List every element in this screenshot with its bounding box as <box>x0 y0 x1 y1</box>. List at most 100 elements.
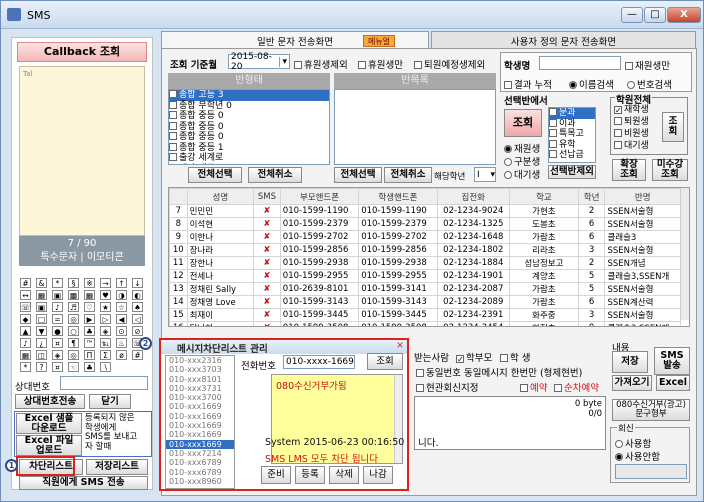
symbol-key[interactable]: ▶ <box>84 314 95 324</box>
table-row[interactable]: 10 장나라 ✘ 010-1599-2856 010-1599-2856 02-1234-… <box>169 243 681 257</box>
phone-close-button[interactable]: 닫기 <box>89 394 131 409</box>
academy-option[interactable]: 퇴원생 <box>614 116 658 128</box>
symbol-key[interactable]: # <box>20 278 31 288</box>
blocked-number-list[interactable]: 010-xxx2316 010-xxx3703 010-xxx8101 010-xxx… <box>165 355 235 489</box>
symbol-key[interactable]: ↓ <box>132 278 143 288</box>
grid-scrollbar[interactable] <box>680 188 689 320</box>
blocked-number-item[interactable]: 010-xxx1669 <box>166 421 234 430</box>
unsubscribe-button[interactable]: 080수신거부(광고) 문구형부 <box>612 399 690 421</box>
table-row[interactable]: 14 정채영 Love ✘ 010-1599-3143 010-1599-3143 02-… <box>169 295 681 309</box>
symbol-key[interactable]: ♨ <box>116 338 127 348</box>
sender-number-input[interactable] <box>60 376 148 390</box>
blocklist-action-button[interactable]: 나감 <box>363 466 393 484</box>
symbol-key[interactable]: ⊙ <box>116 326 127 336</box>
symbol-key[interactable]: □ <box>36 314 47 324</box>
symbol-key[interactable]: ◆ <box>20 314 31 324</box>
subject-item[interactable]: 이과 <box>549 118 595 130</box>
blocked-number-item[interactable]: 010-xxx3731 <box>166 384 234 393</box>
symbol-key[interactable]: ▩ <box>68 290 79 300</box>
cumulative-check[interactable]: 결과 누적 <box>504 77 552 91</box>
blocked-number-item[interactable]: 010-xxx3700 <box>166 393 234 402</box>
symbol-key[interactable]: ▦ <box>20 350 31 360</box>
blocked-number-item[interactable]: 010-xxx3703 <box>166 365 234 374</box>
left-deselect-all-button[interactable]: 전체취소 <box>248 167 302 183</box>
symbol-key[interactable]: ▷ <box>100 314 111 324</box>
symbol-key[interactable]: Σ <box>100 350 111 360</box>
save-content-button[interactable]: 저장 <box>612 351 648 373</box>
symbol-key[interactable]: ◈ <box>100 326 111 336</box>
exclude-leave-check[interactable]: 휴원생제외 <box>294 57 348 71</box>
message-scrollbar[interactable] <box>394 375 402 463</box>
symbol-key[interactable]: ↔ <box>20 290 31 300</box>
waiting-radio[interactable]: 대기생 <box>504 167 540 181</box>
blocked-number-item[interactable]: 010-xxx1669 <box>166 402 234 411</box>
symbol-key[interactable]: ¿ <box>36 338 47 348</box>
dialog-close-icon[interactable]: × <box>396 340 404 351</box>
class-type-item[interactable]: 캐나 밴쿠 2 <box>169 163 329 164</box>
symbol-key[interactable]: ※ <box>84 278 95 288</box>
symbol-key[interactable]: ∖ <box>100 362 111 372</box>
symbol-key[interactable]: ◎ <box>68 314 79 324</box>
blocklist-search-button[interactable]: 조회 <box>367 353 403 370</box>
blocklist-action-button[interactable]: 삭제 <box>329 466 359 484</box>
blocked-number-item[interactable]: 010-xxx8101 <box>166 375 234 384</box>
symbol-key[interactable]: ™ <box>84 338 95 348</box>
sequence-check[interactable]: 순차예약 <box>554 380 599 394</box>
symbol-key[interactable]: ◫ <box>36 350 47 360</box>
symbol-key[interactable]: ▦ <box>84 290 95 300</box>
blocked-number-item[interactable]: 010-xxx6789 <box>166 458 234 467</box>
symbol-key[interactable]: ℡ <box>100 338 111 348</box>
column-header[interactable]: 성명 <box>186 188 255 205</box>
class-type-item[interactable]: 종합 중등 0 <box>169 132 329 143</box>
student-name-input[interactable] <box>539 56 621 70</box>
symbol-key[interactable]: ▦ <box>36 290 47 300</box>
sender-send-button[interactable]: 상대번호전송 <box>15 394 85 409</box>
base-month-input[interactable]: 2015-08-20 ▾ <box>228 52 290 72</box>
symbol-key[interactable]: * <box>52 278 63 288</box>
grade-select[interactable]: I ▾ <box>474 167 496 182</box>
right-deselect-all-button[interactable]: 전체취소 <box>384 167 432 183</box>
table-row[interactable]: 15 최재이 ✘ 010-1599-3445 010-1599-3445 02-1234-… <box>169 308 681 322</box>
minimize-button[interactable]: — <box>621 7 643 23</box>
subject-item[interactable]: 특목고 <box>549 129 595 140</box>
reply-number-input[interactable] <box>615 464 687 479</box>
symbol-key[interactable]: → <box>100 278 111 288</box>
subject-item[interactable]: 문과 <box>549 108 595 119</box>
symbol-key[interactable]: ¶ <box>68 338 79 348</box>
class-list[interactable] <box>334 89 496 165</box>
symbol-key[interactable]: # <box>132 350 143 360</box>
class-type-item[interactable]: 출강 세계로 <box>169 153 329 164</box>
symbol-key[interactable]: ♣ <box>84 362 95 372</box>
class-type-list[interactable]: 종합 고등 3 종합 무학년 0 종합 중등 0 종합 중등 0 종합 중등 0 종합 중… <box>168 89 330 165</box>
academy-query-button[interactable]: 조 회 <box>662 112 684 142</box>
home-block-check[interactable]: 현관회신지정 <box>416 380 478 394</box>
column-header[interactable]: 학생핸드폰 <box>358 188 438 205</box>
symbol-key[interactable]: ☆ <box>116 302 127 312</box>
symbol-key[interactable]: ★ <box>100 302 111 312</box>
symbol-key[interactable]: ◁ <box>132 314 143 324</box>
symbol-key[interactable]: ▣ <box>52 290 63 300</box>
symbol-key[interactable]: ☏ <box>20 302 31 312</box>
excel-button[interactable]: Excel <box>656 375 690 391</box>
subject-item[interactable]: 유학 <box>549 139 595 151</box>
symbol-key[interactable]: ▣ <box>36 302 47 312</box>
blocked-number-item[interactable]: 010-xxx6789 <box>166 468 234 477</box>
column-header[interactable]: 부모핸드폰 <box>279 188 360 205</box>
table-row[interactable]: 8 이석현 ✘ 010-1599-2379 010-1599-2379 02-1234-1… <box>169 217 681 231</box>
excel-upload-button[interactable]: Excel 파일 업로드 <box>16 435 82 456</box>
symbol-key[interactable]: Π <box>84 350 95 360</box>
column-header[interactable]: 집전화 <box>436 188 510 205</box>
reply-use-radio[interactable]: 사용함 <box>615 436 651 450</box>
exclude-expected-check[interactable]: 퇴원예정생제외 <box>414 57 485 71</box>
symbol-key[interactable]: ♬ <box>68 302 79 312</box>
symbol-key[interactable]: & <box>36 278 47 288</box>
staff-sms-button[interactable]: 직원에게 SMS 전송 <box>19 476 148 490</box>
right-select-all-button[interactable]: 전체선택 <box>334 167 382 183</box>
class-type-item[interactable]: 종합 중등 0 <box>169 121 329 133</box>
class-type-item[interactable]: 종합 중등 0 <box>169 111 329 122</box>
sort-name-radio[interactable]: 이름검색 <box>569 77 614 91</box>
callback-button[interactable]: Callback 조회 <box>17 42 147 62</box>
exclude-selected-button[interactable]: 선택반제외 <box>548 165 596 179</box>
student-check[interactable]: 학 생 <box>500 350 531 364</box>
blocked-number-item[interactable]: 010-xxx8960 <box>166 477 234 486</box>
